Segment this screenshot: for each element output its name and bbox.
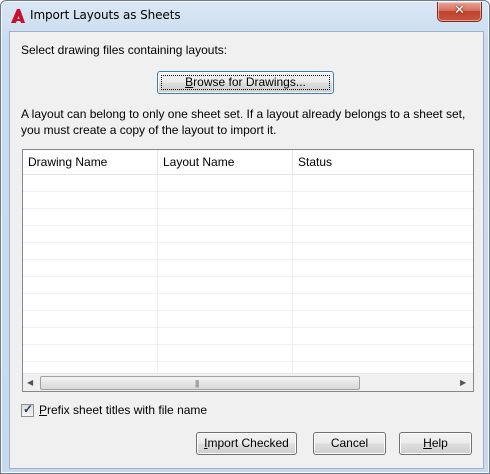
prefix-sheet-titles-checkbox[interactable]: ✓	[21, 402, 34, 417]
dialog-body: Select drawing files containing layouts:…	[9, 31, 484, 469]
row-gridline	[23, 225, 473, 226]
title-bar[interactable]: Import Layouts as Sheets ✕	[1, 1, 489, 31]
select-drawings-label-text: Select drawing files containing layouts:	[21, 43, 228, 57]
scrollbar-grip-icon: |||	[195, 379, 199, 388]
scroll-right-icon[interactable]: ▶	[460, 378, 466, 387]
close-icon: ✕	[454, 3, 465, 18]
row-gridline	[23, 191, 473, 192]
scrollbar-thumb[interactable]: |||	[40, 376, 360, 390]
row-gridline	[23, 242, 473, 243]
layouts-list[interactable]: Drawing Name Layout Name Status ◀ ||| ▶	[22, 149, 474, 392]
close-button[interactable]: ✕	[437, 2, 482, 22]
prefix-label-text: refix sheet titles with file name	[47, 403, 208, 417]
select-drawings-label: Select drawing files containing layouts:	[21, 43, 227, 57]
checkmark-icon: ✓	[22, 402, 34, 416]
browse-for-drawings-button[interactable]: Browse for Drawings...	[157, 71, 334, 94]
horizontal-scrollbar[interactable]: ◀ ||| ▶	[23, 373, 473, 391]
row-gridline	[23, 293, 473, 294]
column-header-layout-name[interactable]: Layout Name	[158, 150, 293, 174]
row-gridline	[23, 208, 473, 209]
row-gridline	[23, 310, 473, 311]
cancel-button[interactable]: Cancel	[313, 432, 386, 455]
focus-rect	[161, 75, 330, 90]
help-mnemonic: H	[423, 436, 432, 450]
prefix-mnemonic: P	[39, 403, 48, 417]
column-header-drawing-name[interactable]: Drawing Name	[23, 150, 158, 174]
window-title: Import Layouts as Sheets	[30, 8, 181, 22]
dialog-window: Import Layouts as Sheets ✕ Select drawin…	[0, 0, 490, 474]
prefix-sheet-titles-label[interactable]: Prefix sheet titles with file name	[39, 403, 207, 417]
help-button[interactable]: Help	[399, 432, 472, 455]
row-gridline	[23, 344, 473, 345]
cancel-label: Cancel	[330, 436, 369, 450]
row-gridline	[23, 259, 473, 260]
import-checked-button[interactable]: Import Checked	[196, 432, 297, 455]
row-gridline	[23, 276, 473, 277]
row-gridline	[23, 361, 473, 362]
scroll-left-icon[interactable]: ◀	[27, 378, 33, 387]
help-label: elp	[431, 436, 448, 450]
row-gridline	[23, 327, 473, 328]
column-header-status[interactable]: Status	[293, 150, 473, 174]
import-label: mport Checked	[207, 436, 289, 450]
list-header: Drawing Name Layout Name Status	[23, 150, 473, 175]
info-text: A layout can belong to only one sheet se…	[21, 107, 466, 137]
autocad-logo-icon[interactable]	[10, 8, 26, 24]
